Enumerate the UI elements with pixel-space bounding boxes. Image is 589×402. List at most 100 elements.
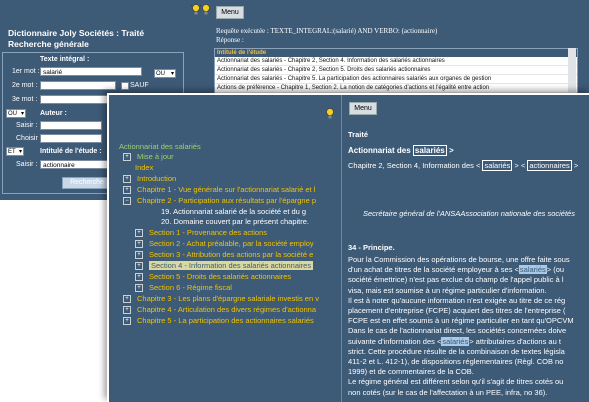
doc-text-line: visa, mais est soumise à un régime parti… (348, 285, 547, 295)
expand-icon[interactable]: + (135, 262, 143, 271)
lightbulb-icon[interactable] (324, 107, 336, 121)
doc-text-line: 411-2 et L. 412-1), de dispositions régl… (348, 357, 564, 366)
tree-item-label: Chapitre 1 - Vue générale sur l'actionna… (137, 184, 316, 194)
mot1-operator-select[interactable]: OU (154, 69, 176, 78)
operator-select-left[interactable]: OU (6, 109, 26, 118)
app-title-line1: Dictionnaire Joly Sociétés : Traité (8, 28, 145, 38)
results-table: Intitulé de l'étude Actionnariat des sal… (214, 48, 578, 95)
tree-item[interactable]: + Chapitre 3 - Les plans d'épargne salari… (123, 294, 319, 304)
breadcrumb-title: Actionnariat des salariés > (348, 145, 454, 156)
pane-divider[interactable] (341, 95, 342, 402)
expand-icon[interactable]: + (123, 294, 131, 303)
doc-text-line: Pour la Commission des opérations de bou… (348, 255, 570, 264)
doc-author: Secrétaire général de l'ANSAAssociation … (363, 209, 575, 218)
auteur-choice-select[interactable] (40, 134, 102, 143)
expand-icon[interactable]: + (135, 283, 143, 292)
results-header: Intitulé de l'étude (215, 49, 577, 57)
tree-item[interactable]: + Section 3 - Attribution des actions par… (135, 250, 313, 260)
tree-item[interactable]: + Section 1 - Provenance des actions (135, 228, 267, 238)
app-title: Dictionnaire Joly Sociétés : Traité Rech… (8, 28, 144, 50)
tree-item-label: Section 1 - Provenance des actions (149, 228, 267, 238)
tree-item[interactable]: + Chapitre 4 - Articulation des divers ré… (123, 305, 316, 315)
result-row[interactable]: Actions de préférence - Chapitre 1, Sect… (215, 84, 577, 93)
tree-item-label: Section 2 - Achat préalable, par la soci… (149, 239, 314, 249)
lightbulb-icon[interactable] (200, 3, 212, 17)
result-row[interactable]: Actionnariat des salariés - Chapitre 2, … (215, 66, 577, 75)
tree-item[interactable]: + Introduction (123, 174, 176, 184)
doc-text-segment: d'un achat de titres de la société emplo… (348, 265, 519, 275)
tree-root[interactable]: Actionnariat des salariés (119, 142, 201, 152)
tree-item[interactable]: + Section 5 - Droits des salariés actionn… (135, 272, 291, 282)
doc-text-line: Dans le cas de l'actionnariat direct, le… (348, 326, 567, 336)
tree-item-label: Chapitre 3 - Les plans d'épargne salaria… (137, 293, 319, 303)
tree-item-label: Chapitre 4 - Articulation des divers rég… (137, 304, 317, 314)
expand-icon[interactable]: + (123, 153, 131, 162)
result-row[interactable]: Actionnariat des salariés - Chapitre 5. … (215, 75, 577, 84)
breadcrumb-section-prefix: Chapitre 2, Section 4, Information des < (348, 161, 481, 170)
tree-item[interactable]: 20. Domaine couvert par le présent chapi… (161, 217, 309, 227)
auteur-input[interactable] (40, 121, 102, 130)
keyword-highlight[interactable]: actionnaires (527, 160, 572, 171)
intitule-saisir-label: Saisir : (16, 161, 38, 168)
expand-icon[interactable]: + (135, 240, 143, 249)
response-label: Réponse : (216, 36, 244, 44)
tree-item-label: 19. Actionnariat salarié de la société e… (161, 206, 307, 216)
tree-item[interactable]: 19. Actionnariat salarié de la société e… (161, 207, 306, 217)
sauf-label: SAUF (130, 82, 149, 89)
mot3-label: 3e mot : (12, 96, 38, 103)
tree-item[interactable]: + Chapitre 1 - Vue générale sur l'actionn… (123, 185, 315, 195)
doc-text-line: non cotés (sur le cas de l'affectation à… (348, 387, 548, 397)
keyword-highlight[interactable]: salariés (412, 145, 447, 156)
keyword-highlight[interactable]: salariés (441, 336, 470, 346)
tree-item[interactable]: Index (135, 163, 153, 173)
doc-text-segment: > (ou (546, 265, 565, 275)
tree-item[interactable]: + Section 6 - Régime fiscal (135, 283, 232, 293)
mot3-input[interactable] (40, 95, 116, 104)
keyword-highlight[interactable]: salariés (482, 160, 513, 171)
tree-item[interactable]: − Chapitre 2 - Participation aux résultat… (123, 196, 316, 206)
intitule-label: Intitulé de l'étude : (40, 148, 102, 155)
breadcrumb-prefix: Actionnariat des (348, 146, 411, 155)
executed-query: Requête exécutée : TEXTE_INTEGRAL:(salar… (216, 27, 438, 35)
expand-icon[interactable]: + (135, 272, 143, 281)
document-pane: Menu Traité Actionnariat des salariés > … (343, 95, 589, 402)
tree-item-label: Section 5 - Droits des salariés actionna… (149, 271, 292, 281)
doc-text-line: FCPE est en effet soumis à un régime par… (348, 316, 574, 326)
search-button[interactable]: Recherche (62, 177, 112, 189)
menu-button[interactable]: Menu (349, 102, 377, 115)
tree-item-label: Section 4 - Information des salariés act… (149, 261, 314, 270)
tree-item[interactable]: + Mise à jour (123, 152, 174, 162)
expand-icon[interactable]: + (135, 229, 143, 238)
tree-item[interactable]: + Chapitre 5 - La participation des actio… (123, 316, 314, 326)
tree-item[interactable]: + Section 4 - Information des salariés ac… (135, 261, 314, 271)
menu-button[interactable]: Menu (216, 6, 244, 19)
expand-icon[interactable]: + (123, 316, 131, 325)
tree-item-label: Section 3 - Attribution des actions par … (149, 250, 314, 260)
tree-item-label: Index (135, 162, 154, 172)
expand-icon[interactable]: + (135, 251, 143, 260)
mot2-input[interactable] (40, 81, 116, 90)
result-row[interactable]: Actionnariat des salariés - Chapitre 2, … (215, 57, 577, 66)
collapse-icon[interactable]: − (123, 196, 131, 205)
doc-text-line: d'un achat de titres de la société emplo… (348, 265, 564, 275)
sauf-checkbox[interactable] (121, 82, 129, 90)
mot1-input[interactable]: salarié (40, 67, 142, 76)
expand-icon[interactable]: + (123, 185, 131, 194)
section-heading: 34 - Principe. (348, 243, 395, 252)
operator-select-et[interactable]: ET (6, 147, 24, 156)
mot1-label: 1er mot : (12, 68, 40, 75)
tree-item[interactable]: + Section 2 - Achat préalable, par la soc… (135, 239, 314, 249)
auteur-saisir-label: Saisir : (16, 122, 38, 129)
doc-text-segment: suivante d'information des < (348, 336, 442, 346)
doc-text-line: 1999) et de commentaires de la COB. (348, 367, 474, 377)
tree-item-label: Mise à jour (137, 152, 174, 161)
query-info: Requête exécutée : TEXTE_INTEGRAL:(salar… (216, 27, 437, 45)
results-scrollbar[interactable] (568, 48, 576, 93)
doc-text-line: suivante d'information des <salariés> at… (348, 336, 561, 347)
expand-icon[interactable]: + (123, 174, 131, 183)
tree-item-label: 20. Domaine couvert par le présent chapi… (161, 217, 309, 227)
doc-text-line: Il est à noter qu'aucune information n'e… (348, 295, 566, 305)
keyword-highlight[interactable]: salariés (518, 265, 547, 275)
doc-text-segment: > attributaires d'actions au t (469, 336, 561, 346)
expand-icon[interactable]: + (123, 305, 131, 314)
